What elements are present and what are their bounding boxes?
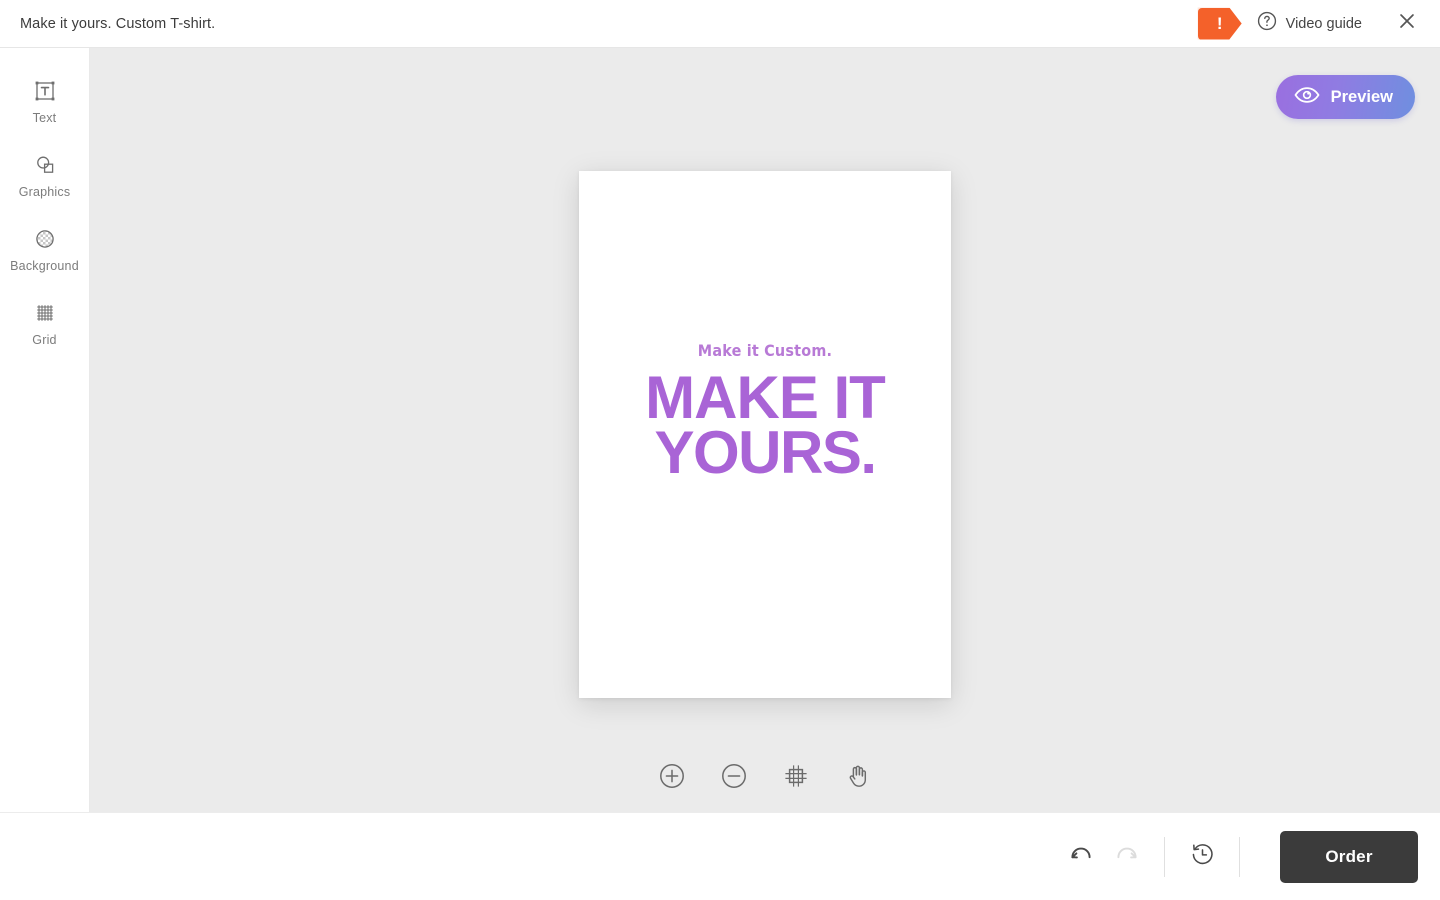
plus-circle-icon bbox=[658, 762, 686, 795]
eye-icon bbox=[1294, 85, 1320, 110]
design-editor-app: Make it yours. Custom T-shirt. ! Video g… bbox=[0, 0, 1440, 900]
canvas-stage[interactable]: Preview Make it Custom. MAKE IT YOURS. bbox=[90, 48, 1440, 812]
close-icon bbox=[1396, 10, 1418, 37]
undo-arrow-icon bbox=[1067, 840, 1095, 873]
grid-icon bbox=[32, 300, 58, 326]
sidebar-item-graphics[interactable]: Graphics bbox=[0, 138, 90, 212]
zoom-toolbar bbox=[90, 756, 1440, 800]
redo-arrow-icon bbox=[1113, 840, 1141, 873]
checkered-circle-icon bbox=[32, 226, 58, 252]
question-circle-icon bbox=[1256, 10, 1278, 37]
design-headline[interactable]: MAKE IT YOURS. bbox=[579, 364, 951, 487]
toolbar-divider-left bbox=[1164, 836, 1165, 877]
top-bar-actions: ! Video guide bbox=[1197, 5, 1426, 43]
alert-badge-label: ! bbox=[1216, 13, 1223, 33]
preview-button-label: Preview bbox=[1330, 87, 1393, 106]
design-headline-line-2: YOURS. bbox=[654, 419, 877, 487]
design-subtitle[interactable]: Make it Custom. bbox=[579, 341, 951, 360]
bottom-bar: Order bbox=[0, 812, 1440, 900]
zoom-out-button[interactable] bbox=[712, 756, 756, 800]
sidebar-item-background-label: Background bbox=[10, 258, 79, 273]
top-bar: Make it yours. Custom T-shirt. ! Video g… bbox=[0, 0, 1440, 48]
zoom-in-button[interactable] bbox=[650, 756, 694, 800]
minus-circle-icon bbox=[720, 762, 748, 795]
fit-to-screen-button[interactable] bbox=[774, 756, 818, 800]
design-text-group[interactable]: Make it Custom. MAKE IT YOURS. bbox=[579, 341, 951, 487]
hand-icon bbox=[844, 762, 872, 795]
video-guide-label[interactable]: Video guide bbox=[1286, 16, 1362, 32]
preview-button[interactable]: Preview bbox=[1275, 75, 1415, 119]
close-editor-button[interactable] bbox=[1388, 5, 1426, 43]
toolbar-divider-right bbox=[1239, 836, 1240, 877]
undo-button[interactable] bbox=[1058, 834, 1104, 880]
tool-sidebar: Text Graphics Background Grid bbox=[0, 48, 90, 812]
text-box-icon bbox=[32, 78, 58, 104]
design-headline-line-1: MAKE IT bbox=[645, 364, 886, 431]
artboard[interactable]: Make it Custom. MAKE IT YOURS. bbox=[579, 171, 951, 698]
editor-body: Text Graphics Background Grid Preview Ma… bbox=[0, 48, 1440, 812]
clock-history-icon bbox=[1189, 841, 1216, 873]
document-title: Make it yours. Custom T-shirt. bbox=[20, 15, 216, 32]
crosshair-frame-icon bbox=[782, 762, 810, 795]
history-button[interactable] bbox=[1179, 834, 1225, 880]
sidebar-item-grid-label: Grid bbox=[32, 332, 57, 347]
video-guide-help-button[interactable] bbox=[1250, 7, 1284, 41]
shapes-icon bbox=[32, 152, 58, 178]
order-button[interactable]: Order bbox=[1280, 830, 1418, 883]
sidebar-item-grid[interactable]: Grid bbox=[0, 286, 90, 360]
pan-tool-button[interactable] bbox=[836, 756, 880, 800]
redo-button[interactable] bbox=[1104, 834, 1150, 880]
sidebar-item-text[interactable]: Text bbox=[0, 64, 90, 138]
sidebar-item-text-label: Text bbox=[32, 110, 57, 125]
sidebar-item-background[interactable]: Background bbox=[0, 212, 90, 286]
alert-exclamation-badge[interactable]: ! bbox=[1197, 7, 1242, 40]
sidebar-item-graphics-label: Graphics bbox=[18, 184, 71, 199]
